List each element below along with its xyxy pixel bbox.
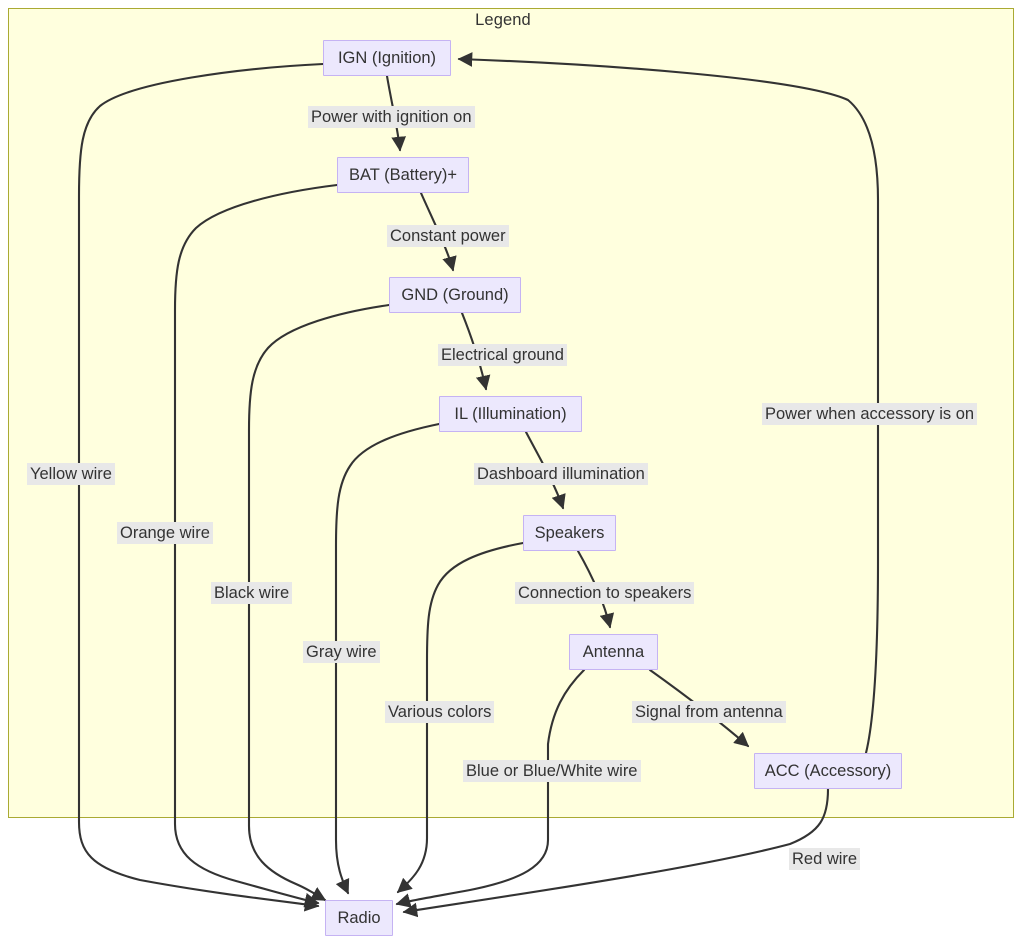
edge-label-blue-or-blue-white-wire: Blue or Blue/White wire (463, 760, 641, 782)
node-antenna[interactable]: Antenna (569, 634, 658, 670)
node-acc[interactable]: ACC (Accessory) (754, 753, 902, 789)
edge-label-various-colors: Various colors (385, 701, 495, 723)
edge-label-black-wire: Black wire (211, 582, 293, 604)
edge-label-power-when-accessory-is-on: Power when accessory is on (762, 403, 978, 425)
node-gnd[interactable]: GND (Ground) (389, 277, 521, 313)
edge-bat-radio (173, 183, 339, 908)
node-radio[interactable]: Radio (325, 900, 393, 936)
diagram-canvas: Legend IGN (Ignition) BAT (Battery)+ GND… (0, 0, 1024, 946)
edge-label-constant-power: Constant power (387, 225, 509, 247)
node-speakers[interactable]: Speakers (523, 515, 616, 551)
edge-label-power-with-ignition-on: Power with ignition on (308, 106, 475, 128)
edge-label-gray-wire: Gray wire (303, 641, 380, 663)
edge-label-electrical-ground: Electrical ground (438, 344, 567, 366)
edge-label-signal-from-antenna: Signal from antenna (632, 701, 786, 723)
edge-label-dashboard-illumination: Dashboard illumination (474, 463, 648, 485)
node-ign[interactable]: IGN (Ignition) (323, 40, 451, 76)
edge-label-orange-wire: Orange wire (117, 522, 213, 544)
edge-acc-radio (402, 787, 830, 918)
edge-label-connection-to-speakers: Connection to speakers (515, 582, 695, 604)
edge-ign-radio (77, 62, 325, 912)
edge-label-red-wire: Red wire (789, 848, 861, 870)
node-il[interactable]: IL (Illumination) (439, 396, 582, 432)
edge-label-yellow-wire: Yellow wire (27, 463, 115, 485)
node-bat[interactable]: BAT (Battery)+ (337, 157, 469, 193)
